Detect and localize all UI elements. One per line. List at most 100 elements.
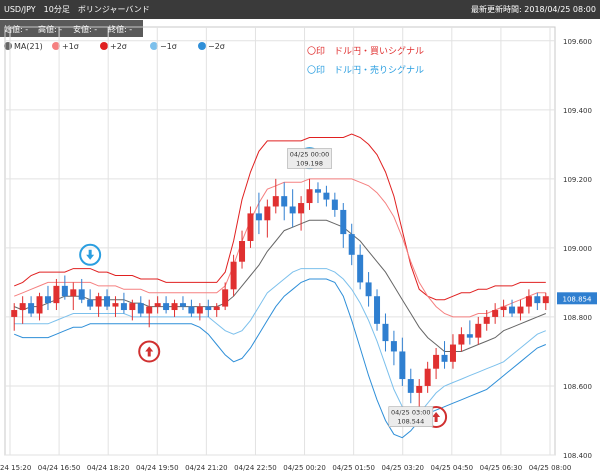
candle-body bbox=[179, 303, 186, 307]
candle-body bbox=[314, 189, 321, 193]
candle-body bbox=[306, 189, 313, 204]
x-tick-label: 04/25 03:20 bbox=[381, 464, 424, 472]
annotation-value: 109.198 bbox=[296, 160, 323, 168]
candle-body bbox=[525, 296, 532, 307]
candle-body bbox=[475, 323, 482, 338]
x-tick-label: 04/24 22:50 bbox=[234, 464, 277, 472]
candle-body bbox=[424, 368, 431, 386]
candle-body bbox=[365, 282, 372, 297]
series-ma bbox=[14, 219, 546, 352]
bollinger-bands bbox=[14, 133, 546, 439]
x-tick-label: 04/24 16:50 bbox=[38, 464, 81, 472]
series-lower2 bbox=[14, 278, 546, 439]
candle-body bbox=[70, 289, 77, 297]
candle-body bbox=[137, 303, 144, 314]
candle-body bbox=[264, 206, 271, 221]
y-tick-label: 109.200 bbox=[563, 176, 592, 184]
candle-body bbox=[289, 206, 296, 214]
x-tick-label: 04/24 19:50 bbox=[136, 464, 179, 472]
candle-body bbox=[205, 306, 212, 311]
sell-arrow-icon bbox=[86, 249, 95, 260]
candle-body bbox=[441, 354, 448, 362]
candle-body bbox=[230, 261, 237, 290]
candle-body bbox=[433, 354, 440, 369]
buy-arrow-icon bbox=[145, 346, 154, 357]
series-upper2 bbox=[14, 133, 546, 301]
candle-body bbox=[534, 296, 541, 304]
x-tick-label: 04/25 04:50 bbox=[431, 464, 474, 472]
annotation-time: 04/25 00:00 bbox=[290, 151, 330, 159]
candle-body bbox=[247, 213, 254, 241]
candle-body bbox=[357, 254, 364, 283]
candle-body bbox=[129, 303, 136, 311]
candle-body bbox=[53, 285, 60, 304]
x-tick-label: 04/25 08:00 bbox=[529, 464, 572, 472]
annotation-value: 108.544 bbox=[397, 418, 424, 426]
candle-body bbox=[163, 303, 170, 311]
candle-body bbox=[449, 344, 456, 362]
candle-body bbox=[517, 306, 524, 314]
buy-arrow-icon bbox=[432, 412, 441, 423]
y-tick-label: 109.000 bbox=[563, 245, 592, 253]
y-tick-label: 109.600 bbox=[563, 38, 592, 46]
series-lower1 bbox=[14, 268, 546, 418]
candle-body bbox=[500, 306, 507, 311]
annotation-time: 04/25 03:00 bbox=[391, 409, 431, 417]
x-tick-label: 04/24 21:20 bbox=[185, 464, 228, 472]
candle-body bbox=[340, 209, 347, 235]
last-price-label: 108.854 bbox=[563, 295, 592, 303]
candle-body bbox=[348, 234, 355, 255]
candle-body bbox=[36, 296, 43, 314]
candle-body bbox=[213, 306, 220, 311]
candle-body bbox=[28, 303, 35, 314]
chart-window: { "header": { "title": "USD/JPY 10分足 ボリン… bbox=[0, 0, 600, 475]
x-tick-label: 04/25 00:20 bbox=[283, 464, 326, 472]
candle-body bbox=[61, 285, 68, 297]
candle-body bbox=[196, 306, 203, 314]
candle-body bbox=[458, 334, 465, 345]
candle-body bbox=[188, 306, 195, 314]
candle-body bbox=[323, 192, 330, 200]
candle-body bbox=[44, 296, 51, 304]
candle-body bbox=[382, 323, 389, 342]
x-tick-label: 04/25 01:50 bbox=[332, 464, 375, 472]
candle-body bbox=[171, 303, 178, 311]
candle-body bbox=[120, 303, 127, 311]
x-tick-label: 04/24 15:20 bbox=[0, 464, 31, 472]
x-tick-label: 04/25 06:30 bbox=[480, 464, 523, 472]
candle-body bbox=[11, 310, 18, 317]
candle-body bbox=[298, 203, 305, 214]
grid bbox=[4, 26, 556, 456]
candle-body bbox=[255, 213, 262, 221]
candle-body bbox=[222, 289, 229, 307]
candle-body bbox=[374, 296, 381, 324]
y-tick-label: 108.400 bbox=[563, 452, 592, 460]
candlestick-chart: 04/25 00:00109.198 04/25 03:00108.544 109… bbox=[0, 26, 597, 472]
candle-body bbox=[95, 296, 102, 307]
y-tick-label: 108.600 bbox=[563, 383, 592, 391]
candle-body bbox=[104, 296, 111, 307]
candle-body bbox=[272, 196, 279, 207]
candle-body bbox=[407, 379, 414, 393]
candle-body bbox=[87, 299, 94, 307]
y-tick-label: 109.400 bbox=[563, 107, 592, 115]
signal-markers: 04/25 00:00109.198 04/25 03:00108.544 bbox=[79, 147, 448, 429]
candle-body bbox=[78, 289, 85, 300]
candle-body bbox=[416, 385, 423, 393]
candle-body bbox=[492, 310, 499, 317]
candle-body bbox=[19, 303, 26, 311]
candle-body bbox=[154, 303, 161, 307]
candle-body bbox=[399, 351, 406, 380]
candle-body bbox=[146, 306, 153, 314]
candle-body bbox=[483, 316, 490, 324]
candle-body bbox=[509, 306, 516, 314]
candle-body bbox=[466, 334, 473, 338]
candle-body bbox=[390, 341, 397, 352]
candle-body bbox=[112, 303, 119, 307]
y-tick-label: 108.800 bbox=[563, 314, 592, 322]
candle-body bbox=[239, 241, 246, 262]
plot-frame bbox=[4, 26, 556, 456]
candle-body bbox=[331, 199, 338, 210]
x-tick-label: 04/24 18:20 bbox=[87, 464, 130, 472]
candle-body bbox=[542, 296, 549, 304]
